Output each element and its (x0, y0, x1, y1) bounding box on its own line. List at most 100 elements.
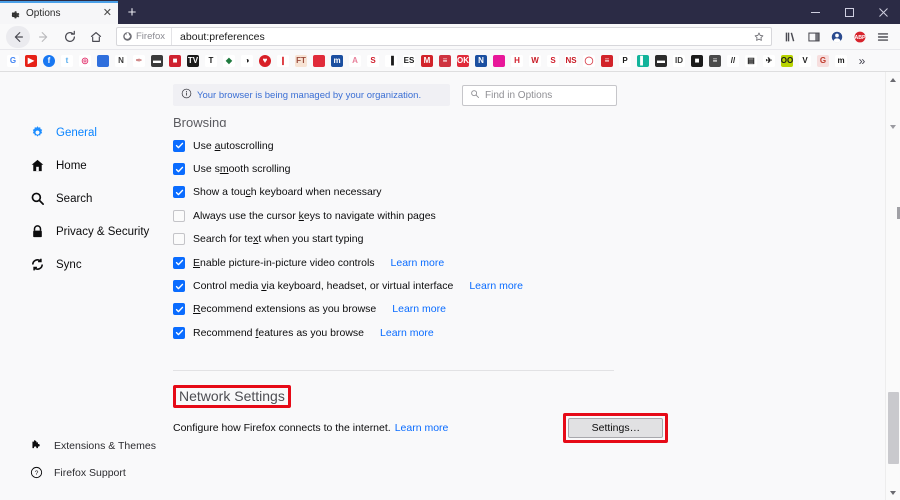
bookmark-item[interactable]: t (58, 50, 76, 71)
bookmark-item[interactable]: ◑ (238, 50, 256, 71)
scroll-up-arrow[interactable] (886, 72, 900, 87)
bookmark-item[interactable]: M (418, 50, 436, 71)
identity-box[interactable]: Firefox (117, 28, 173, 45)
bookmark-item[interactable]: TV (184, 50, 202, 71)
scrollbar-thumb[interactable] (887, 392, 899, 464)
sidebar-item-privacy-security[interactable]: Privacy & Security (0, 215, 165, 248)
checkbox-checked[interactable] (173, 280, 185, 293)
bookmark-item[interactable]: ♥ (256, 50, 274, 71)
bookmark-item[interactable]: ◯ (580, 50, 598, 71)
bookmark-item[interactable]: ▤ (742, 50, 760, 71)
bookmark-item[interactable]: ✒ (130, 50, 148, 71)
bookmark-item[interactable]: ▬ (148, 50, 166, 71)
learn-more-link[interactable]: Learn more (380, 327, 434, 339)
bookmark-item[interactable]: FT (292, 50, 310, 71)
browser-tab-options[interactable]: Options ✕ (0, 1, 118, 24)
bookmark-item[interactable]: G (4, 50, 22, 71)
bookmark-item[interactable]: ▶ (22, 50, 40, 71)
bookmark-item[interactable]: G (814, 50, 832, 71)
sidebar-item-firefox-support[interactable]: ? Firefox Support (0, 459, 165, 486)
checkbox-unchecked[interactable] (173, 209, 185, 222)
browsing-option-row[interactable]: Search for text when you start typing (173, 228, 900, 251)
bookmark-item[interactable]: P (616, 50, 634, 71)
bookmark-item[interactable]: N (472, 50, 490, 71)
bookmark-item[interactable]: NS (562, 50, 580, 71)
bookmark-item[interactable] (94, 50, 112, 71)
browsing-option-row[interactable]: Enable picture-in-picture video controls… (173, 251, 900, 274)
library-icon[interactable] (780, 26, 802, 48)
bookmark-item[interactable]: m (832, 50, 850, 71)
checkbox-checked[interactable] (173, 303, 185, 316)
sidebar-item-sync[interactable]: Sync (0, 248, 165, 281)
sidebar-item-search[interactable]: Search (0, 182, 165, 215)
vertical-scrollbar[interactable] (885, 72, 900, 500)
bookmark-item[interactable]: ≡ (598, 50, 616, 71)
adblock-plus-icon[interactable]: ABP (849, 26, 871, 48)
bookmark-item[interactable] (490, 50, 508, 71)
learn-more-link[interactable]: Learn more (391, 257, 445, 269)
checkbox-checked[interactable] (173, 326, 185, 339)
network-settings-button[interactable]: Settings… (568, 417, 664, 438)
bookmark-item[interactable]: N (112, 50, 130, 71)
scroll-down-arrow[interactable] (886, 485, 900, 500)
learn-more-link[interactable]: Learn more (395, 422, 449, 434)
bookmark-item[interactable]: ≡ (706, 50, 724, 71)
close-icon[interactable]: ✕ (103, 8, 112, 19)
browsing-option-row[interactable]: Recommend features as you browse Learn mo… (173, 321, 900, 344)
bookmark-item[interactable]: f (40, 50, 58, 71)
bookmark-item[interactable]: OK (454, 50, 472, 71)
bookmark-item[interactable]: T (202, 50, 220, 71)
checkbox-unchecked[interactable] (173, 233, 185, 246)
scrollbar-track[interactable] (886, 87, 900, 485)
bookmark-item[interactable]: // (724, 50, 742, 71)
url-bar[interactable]: Firefox about:preferences (116, 27, 772, 46)
bookmark-item[interactable]: ID (670, 50, 688, 71)
sidebar-item-home[interactable]: Home (0, 149, 165, 182)
bookmark-item[interactable] (310, 50, 328, 71)
bookmark-item[interactable]: W (526, 50, 544, 71)
hamburger-menu-icon[interactable] (872, 26, 894, 48)
bookmark-item[interactable]: ◎ (76, 50, 94, 71)
sidebar-item-extensions-themes[interactable]: Extensions & Themes (0, 432, 165, 459)
new-tab-button[interactable]: + (118, 1, 146, 24)
account-icon[interactable] (826, 26, 848, 48)
sidebar-icon[interactable] (803, 26, 825, 48)
bookmark-item[interactable]: ▐ (382, 50, 400, 71)
url-text[interactable]: about:preferences (172, 31, 747, 43)
search-input[interactable]: Find in Options (462, 84, 617, 106)
browsing-option-row[interactable]: Use smooth scrolling (173, 157, 900, 180)
checkbox-checked[interactable] (173, 256, 185, 269)
checkbox-checked[interactable] (173, 186, 185, 199)
minimize-icon[interactable] (798, 0, 832, 24)
bookmark-item[interactable]: H (508, 50, 526, 71)
bookmark-item[interactable]: m (328, 50, 346, 71)
checkbox-checked[interactable] (173, 139, 185, 152)
bookmark-item[interactable]: S (544, 50, 562, 71)
reload-icon[interactable] (58, 26, 82, 48)
browsing-option-row[interactable]: Control media via keyboard, headset, or … (173, 274, 900, 297)
bookmark-item[interactable]: ■ (166, 50, 184, 71)
bookmark-item[interactable]: ✈ (760, 50, 778, 71)
learn-more-link[interactable]: Learn more (392, 303, 446, 315)
bookmark-item[interactable]: ES (400, 50, 418, 71)
bookmark-item[interactable]: ▌ (634, 50, 652, 71)
bookmark-item[interactable]: ◆ (220, 50, 238, 71)
close-icon[interactable] (866, 0, 900, 24)
bookmark-item[interactable]: A (346, 50, 364, 71)
bookmark-item[interactable]: ❙ (274, 50, 292, 71)
browsing-option-row[interactable]: Always use the cursor keys to navigate w… (173, 204, 900, 227)
bookmark-item[interactable]: S (364, 50, 382, 71)
browsing-option-row[interactable]: Show a touch keyboard when necessary (173, 181, 900, 204)
bookmark-item[interactable]: V (796, 50, 814, 71)
maximize-icon[interactable] (832, 0, 866, 24)
bookmark-item[interactable]: ■ (688, 50, 706, 71)
checkbox-checked[interactable] (173, 163, 185, 176)
browsing-option-row[interactable]: Use autoscrolling (173, 134, 900, 157)
bookmark-item[interactable]: ▬ (652, 50, 670, 71)
sidebar-item-general[interactable]: General (0, 116, 165, 149)
bookmark-item[interactable]: OO (778, 50, 796, 71)
star-icon[interactable] (747, 31, 771, 43)
back-arrow-icon[interactable] (6, 25, 30, 48)
learn-more-link[interactable]: Learn more (469, 280, 523, 292)
bookmarks-overflow-chevron-icon[interactable]: » (852, 50, 872, 71)
